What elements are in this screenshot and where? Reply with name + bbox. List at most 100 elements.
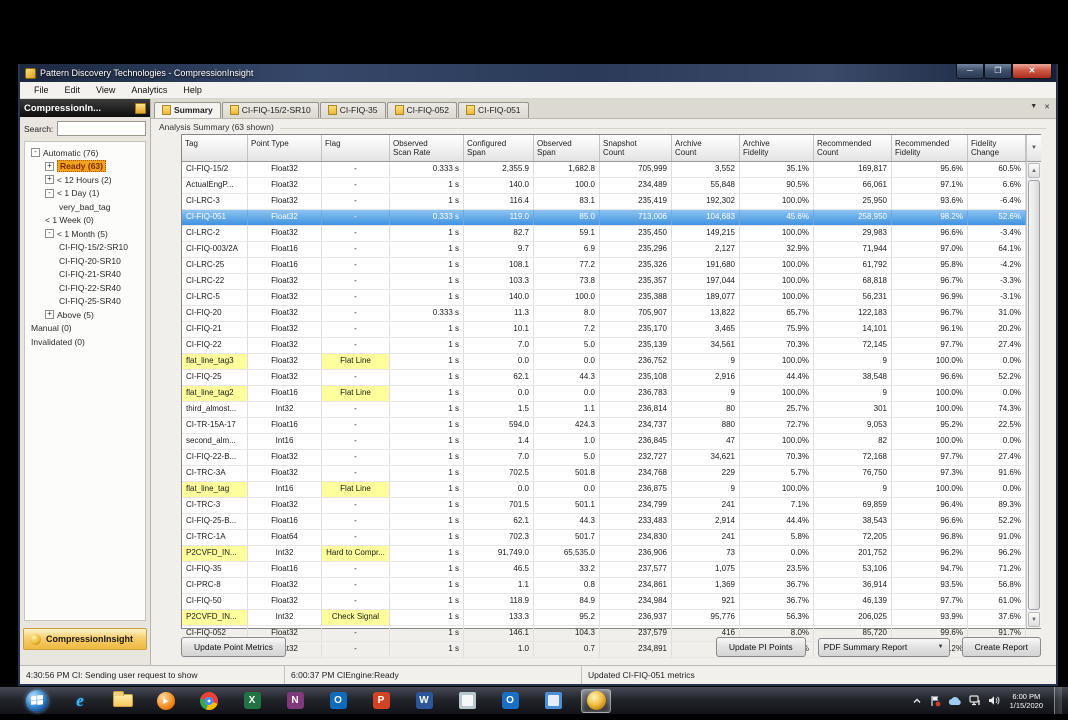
column-header[interactable]: Archive Fidelity xyxy=(740,135,814,161)
column-header[interactable]: Tag xyxy=(182,135,248,161)
table-row[interactable]: P2CVFD_IN...Int32Check Signal1 s133.395.… xyxy=(182,610,1026,626)
table-row[interactable]: CI-FIQ-35Float16-1 s46.533.2237,5771,075… xyxy=(182,562,1026,578)
table-row[interactable]: P2CVFD_IN...Int32Hard to Compr...1 s91,7… xyxy=(182,546,1026,562)
internet-explorer-icon[interactable]: e xyxy=(65,689,95,713)
scroll-down-button[interactable]: ▼ xyxy=(1028,612,1040,627)
title-bar[interactable]: Pattern Discovery Technologies - Compres… xyxy=(20,64,1056,82)
column-header[interactable]: Recommended Count xyxy=(814,135,892,161)
action-center-flag-icon[interactable] xyxy=(929,695,941,707)
tree-expander-icon[interactable]: - xyxy=(45,229,54,238)
word-icon[interactable]: W xyxy=(409,689,439,713)
tree-item[interactable]: CI-FIQ-25-SR40 xyxy=(25,295,145,309)
report-type-select[interactable]: PDF Summary Report ▼ xyxy=(818,638,950,657)
vertical-scrollbar[interactable]: ▼ ▲ ▼ xyxy=(1026,135,1041,628)
volume-icon[interactable] xyxy=(988,695,1000,706)
table-row[interactable]: CI-FIQ-50Float32-1 s118.984.9234,9849213… xyxy=(182,594,1026,610)
table-row[interactable]: second_alm...Int16-1 s1.41.0236,84547100… xyxy=(182,434,1026,450)
table-row[interactable]: CI-TRC-3Float32-1 s701.5501.1234,7992417… xyxy=(182,498,1026,514)
scroll-up-button[interactable]: ▲ xyxy=(1028,163,1040,178)
onedrive-cloud-icon[interactable] xyxy=(948,696,962,706)
tree-expander-icon[interactable]: - xyxy=(31,148,40,157)
compressioninsight-taskbar-icon[interactable] xyxy=(581,689,611,713)
menu-analytics[interactable]: Analytics xyxy=(123,84,175,96)
network-icon[interactable] xyxy=(969,695,981,706)
tree-item[interactable]: Invalidated (0) xyxy=(25,335,145,349)
menu-edit[interactable]: Edit xyxy=(57,84,89,96)
table-row[interactable]: CI-LRC-2Float32-1 s82.759.1235,450149,21… xyxy=(182,226,1026,242)
tree-expander-icon[interactable]: + xyxy=(45,175,54,184)
table-row[interactable]: ActualEngP...Float32-1 s140.0100.0234,48… xyxy=(182,178,1026,194)
tree-item[interactable]: CI-FIQ-21-SR40 xyxy=(25,268,145,282)
column-header[interactable]: Recommended Fidelity xyxy=(892,135,968,161)
column-header[interactable]: Observed Span xyxy=(534,135,600,161)
tab-ci-fiq-051[interactable]: CI-FIQ-051 xyxy=(458,102,529,118)
table-row[interactable]: CI-FIQ-003/2AFloat16-1 s9.76.9235,2962,1… xyxy=(182,242,1026,258)
menu-help[interactable]: Help xyxy=(175,84,210,96)
tree-item[interactable]: CI-FIQ-20-SR10 xyxy=(25,254,145,268)
outlook-mail-icon[interactable]: O xyxy=(495,689,525,713)
column-options-icon[interactable]: ▼ xyxy=(1027,135,1041,162)
tree-expander-icon[interactable]: + xyxy=(45,310,54,319)
tree-item[interactable]: < 1 Week (0) xyxy=(25,214,145,228)
close-button[interactable]: ✕ xyxy=(1012,64,1052,79)
tree-expander-icon[interactable]: + xyxy=(45,162,54,171)
table-row[interactable]: CI-TRC-1AFloat64-1 s702.3501.7234,830241… xyxy=(182,530,1026,546)
column-header[interactable]: Snapshot Count xyxy=(600,135,672,161)
tab-ci-fiq-052[interactable]: CI-FIQ-052 xyxy=(387,102,458,118)
tree-item[interactable]: +Above (5) xyxy=(25,308,145,322)
tab-scroll-dropdown-icon[interactable]: ▼ xyxy=(1030,103,1037,111)
table-row[interactable]: flat_line_tag3Float32Flat Line1 s0.00.02… xyxy=(182,354,1026,370)
tree-item[interactable]: +< 12 Hours (2) xyxy=(25,173,145,187)
start-button[interactable] xyxy=(22,689,52,713)
column-header[interactable]: Point Type xyxy=(248,135,322,161)
tab-ci-fiq-35[interactable]: CI-FIQ-35 xyxy=(320,102,386,118)
table-row[interactable]: CI-FIQ-15/2Float32-0.333 s2,355.91,682.8… xyxy=(182,162,1026,178)
maximize-button[interactable]: ❐ xyxy=(984,64,1012,79)
menu-view[interactable]: View xyxy=(88,84,123,96)
table-row[interactable]: flat_line_tagInt16Flat Line1 s0.00.0236,… xyxy=(182,482,1026,498)
table-row[interactable]: flat_line_tag2Float16Flat Line1 s0.00.02… xyxy=(182,386,1026,402)
tree-expander-icon[interactable]: - xyxy=(45,189,54,198)
search-input[interactable] xyxy=(57,121,146,136)
tree-item[interactable]: -< 1 Month (5) xyxy=(25,227,145,241)
update-point-metrics-button[interactable]: Update Point Metrics xyxy=(181,637,286,657)
chrome-icon[interactable] xyxy=(194,689,224,713)
tree-item[interactable]: CI-FIQ-22-SR40 xyxy=(25,281,145,295)
tree-item[interactable]: -Automatic (76) xyxy=(25,146,145,160)
note-icon[interactable] xyxy=(135,103,146,114)
create-report-button[interactable]: Create Report xyxy=(962,637,1041,657)
app-window-icon-2[interactable] xyxy=(538,689,568,713)
table-row[interactable]: CI-FIQ-22Float32-1 s7.05.0235,13934,5617… xyxy=(182,338,1026,354)
tab-ci-fiq-15-2-sr10[interactable]: CI-FIQ-15/2-SR10 xyxy=(222,102,319,118)
update-pi-points-button[interactable]: Update PI Points xyxy=(716,637,806,657)
excel-icon[interactable]: X xyxy=(237,689,267,713)
tree-item[interactable]: -< 1 Day (1) xyxy=(25,187,145,201)
app-window-icon[interactable] xyxy=(452,689,482,713)
compressioninsight-footer-button[interactable]: CompressionInsight xyxy=(23,628,147,650)
table-row[interactable]: CI-FIQ-25Float32-1 s62.144.3235,1082,916… xyxy=(182,370,1026,386)
tree-item[interactable]: very_bad_tag xyxy=(25,200,145,214)
column-header[interactable]: Observed Scan Rate xyxy=(390,135,464,161)
table-row[interactable]: CI-LRC-3Float32-1 s116.483.1235,419192,3… xyxy=(182,194,1026,210)
table-row[interactable]: CI-LRC-25Float16-1 s108.177.2235,326191,… xyxy=(182,258,1026,274)
file-explorer-icon[interactable] xyxy=(108,689,138,713)
scrollbar-thumb[interactable] xyxy=(1028,180,1040,610)
show-desktop-button[interactable] xyxy=(1054,687,1062,714)
tab-summary[interactable]: Summary xyxy=(154,102,221,118)
tree-item[interactable]: Manual (0) xyxy=(25,322,145,336)
table-row[interactable]: CI-TRC-3AFloat32-1 s702.5501.8234,768229… xyxy=(182,466,1026,482)
media-player-icon[interactable]: ▶ xyxy=(151,689,181,713)
hidden-icons-chevron-icon[interactable] xyxy=(912,696,922,706)
powerpoint-icon[interactable]: P xyxy=(366,689,396,713)
tree-item[interactable]: CI-FIQ-15/2-SR10 xyxy=(25,241,145,255)
table-row[interactable]: CI-FIQ-051Float32-0.333 s119.085.0713,00… xyxy=(182,210,1026,226)
column-header[interactable]: Fidelity Change xyxy=(968,135,1026,161)
table-row[interactable]: CI-TR-15A-17Float16-1 s594.0424.3234,737… xyxy=(182,418,1026,434)
taskbar-clock[interactable]: 6:00 PM 1/15/2020 xyxy=(1010,692,1043,710)
table-row[interactable]: CI-LRC-5Float32-1 s140.0100.0235,388189,… xyxy=(182,290,1026,306)
table-row[interactable]: CI-FIQ-25-B...Float16-1 s62.144.3233,483… xyxy=(182,514,1026,530)
table-row[interactable]: CI-PRC-8Float32-1 s1.10.8234,8611,36936.… xyxy=(182,578,1026,594)
tree-item[interactable]: +Ready (63) xyxy=(25,160,145,174)
onenote-icon[interactable]: N xyxy=(280,689,310,713)
column-header[interactable]: Archive Count xyxy=(672,135,740,161)
